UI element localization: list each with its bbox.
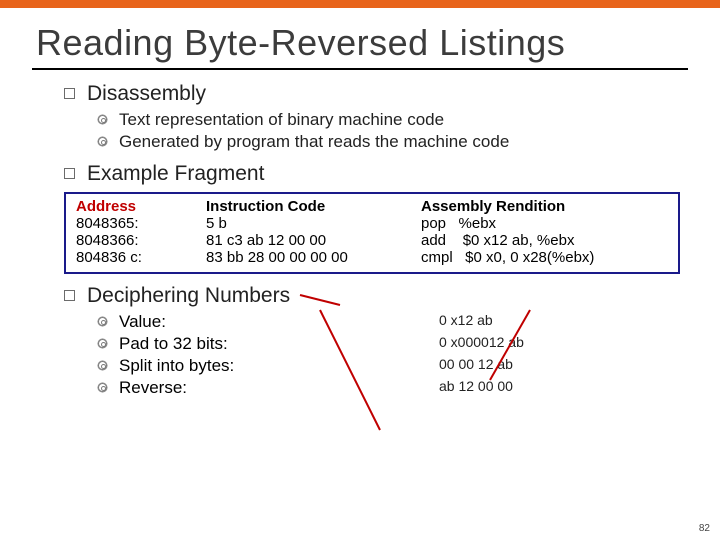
table-row: 804836 c: 83 bb 28 00 00 00 00 cmpl $0 x…: [76, 249, 668, 266]
ring-bullet-icon: [98, 137, 107, 146]
page-number: 82: [699, 523, 710, 534]
ring-bullet-icon: [98, 339, 107, 348]
table-row: 8048366: 81 c3 ab 12 00 00 add $0 x12 ab…: [76, 232, 668, 249]
decipher-value: 0 x12 ab: [439, 312, 493, 328]
col-asm-header: Assembly Rendition: [421, 198, 668, 215]
heading-decipher: Deciphering Numbers: [87, 284, 290, 308]
page-title: Reading Byte-Reversed Listings: [36, 22, 720, 64]
ring-bullet-icon: [98, 115, 107, 124]
sub-text: Text representation of binary machine co…: [119, 110, 444, 130]
square-bullet-icon: [64, 168, 75, 179]
heading-disassembly: Disassembly: [87, 82, 206, 106]
square-bullet-icon: [64, 290, 75, 301]
decipher-label: Split into bytes:: [119, 356, 439, 376]
decipher-row: Pad to 32 bits: 0 x000012 ab: [98, 334, 690, 354]
ring-bullet-icon: [98, 383, 107, 392]
code-cell: 5 b: [206, 215, 421, 232]
decipher-row: Split into bytes: 00 00 12 ab: [98, 356, 690, 376]
title-rule: [32, 68, 688, 70]
asm-cell: pop %ebx: [421, 215, 668, 232]
decipher-value: 00 00 12 ab: [439, 356, 513, 372]
accent-bar: [0, 0, 720, 8]
col-address-header: Address: [76, 198, 206, 215]
ring-bullet-icon: [98, 317, 107, 326]
asm-cell: add $0 x12 ab, %ebx: [421, 232, 668, 249]
bullet-example: Example Fragment: [64, 162, 690, 186]
addr-cell: 8048365:: [76, 215, 206, 232]
decipher-label: Pad to 32 bits:: [119, 334, 439, 354]
bullet-disassembly: Disassembly: [64, 82, 690, 106]
col-instr-header: Instruction Code: [206, 198, 421, 215]
heading-example: Example Fragment: [87, 162, 264, 186]
decipher-label: Reverse:: [119, 378, 439, 398]
square-bullet-icon: [64, 88, 75, 99]
decipher-value: ab 12 00 00: [439, 378, 513, 394]
code-table: Address Instruction Code Assembly Rendit…: [64, 192, 680, 274]
asm-cell: cmpl $0 x0, 0 x28(%ebx): [421, 249, 668, 266]
decipher-row: Value: 0 x12 ab: [98, 312, 690, 332]
addr-cell: 804836 c:: [76, 249, 206, 266]
table-row: 8048365: 5 b pop %ebx: [76, 215, 668, 232]
code-cell: 83 bb 28 00 00 00 00: [206, 249, 421, 266]
sub-text: Generated by program that reads the mach…: [119, 132, 509, 152]
decipher-value: 0 x000012 ab: [439, 334, 524, 350]
bullet-decipher: Deciphering Numbers: [64, 284, 690, 308]
addr-cell: 8048366:: [76, 232, 206, 249]
decipher-label: Value:: [119, 312, 439, 332]
subbullet: Generated by program that reads the mach…: [98, 132, 690, 152]
subbullet: Text representation of binary machine co…: [98, 110, 690, 130]
ring-bullet-icon: [98, 361, 107, 370]
code-cell: 81 c3 ab 12 00 00: [206, 232, 421, 249]
slide-content: Disassembly Text representation of binar…: [64, 82, 690, 398]
decipher-row: Reverse: ab 12 00 00: [98, 378, 690, 398]
